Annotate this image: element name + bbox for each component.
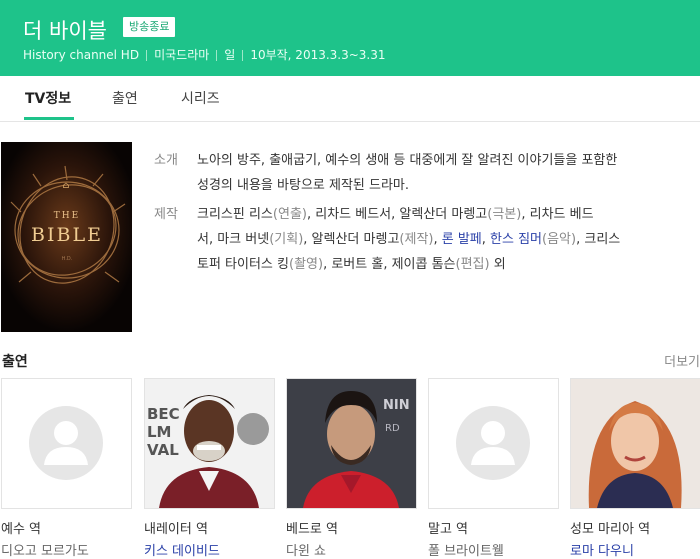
svg-text:LM: LM <box>147 423 172 441</box>
svg-text:VAL: VAL <box>147 441 179 459</box>
cast-role: 성모 마리아 역 <box>570 522 651 537</box>
credit-role: (제작) <box>399 232 434 247</box>
poster-subtitle: THE <box>54 211 80 221</box>
svg-text:⌂: ⌂ <box>63 181 70 191</box>
cast-role: 말고 역 <box>428 522 469 537</box>
production-line: 토퍼 타이터스 킹(촬영), 로버트 홀, 제이콥 톰슨(편집) 외 <box>197 252 689 277</box>
actor-photo: NIN RD <box>287 379 416 508</box>
meta-channel[interactable]: History channel HD <box>23 48 139 62</box>
credit-text: , 크리스 <box>576 232 621 247</box>
intro-line: 성경의 내용을 바탕으로 제작된 드라마. <box>197 178 410 193</box>
more-link[interactable]: 더보기 <box>664 351 700 370</box>
credit-role: (연출) <box>272 207 307 222</box>
credit-text: , 리차드 베드 <box>521 207 594 222</box>
credit-text: , 리차드 베드서, 알렉산더 마렝고 <box>306 207 488 222</box>
cast-photo[interactable] <box>1 378 132 509</box>
cast-actor-name[interactable]: 키스 데이비드 <box>144 540 220 559</box>
credit-text: , <box>433 232 442 247</box>
cast-role: 베드로 역 <box>286 522 338 537</box>
credit-role: (음악) <box>542 232 577 247</box>
credit-role: (편집) <box>455 257 490 272</box>
cast-card[interactable]: 말고 역폴 브라이트웰 <box>428 378 559 559</box>
meta-episodes: 10부작, 2013.3.3~3.31 <box>250 48 386 62</box>
tab-series[interactable]: 시리즈 <box>181 88 220 108</box>
program-info: 소개 노아의 방주, 출애굽기, 예수의 생애 등 대중에게 잘 알려진 이야기… <box>154 148 689 277</box>
profile-placeholder-icon <box>29 406 103 480</box>
intro-label: 소개 <box>154 153 178 168</box>
meta-day: 일 <box>224 48 236 62</box>
cast-photo[interactable]: NIN RD <box>286 378 417 509</box>
header: 더 바이블 방송종료 History channel HD 미국드라마 일 10부작,… <box>0 0 700 76</box>
divider <box>216 50 218 61</box>
cast-photo[interactable]: BEC LM VAL <box>144 378 275 509</box>
svg-text:RD: RD <box>385 423 400 434</box>
actor-photo <box>571 379 700 508</box>
cast-section-title: 출연 <box>2 354 28 370</box>
cast-card[interactable]: 예수 역디오고 모르가도 <box>1 378 132 559</box>
cast-role: 예수 역 <box>1 522 42 537</box>
intro-line: 노아의 방주, 출애굽기, 예수의 생애 등 대중에게 잘 알려진 이야기들을 … <box>197 153 618 168</box>
cast-card[interactable]: 성모 마리아 역로마 다우니 <box>570 378 700 559</box>
cast-actor-name: 다윈 쇼 <box>286 544 327 559</box>
credit-role: (극본) <box>487 207 522 222</box>
credit-text: 크리스핀 리스 <box>197 207 273 222</box>
tab-bar: TV정보 출연 시리즈 <box>0 76 700 122</box>
production-line: 서, 마크 버넷(기획), 알렉산더 마렝고(제작), 론 발페, 한스 짐머(… <box>197 227 689 252</box>
meta-genre: 미국드라마 <box>154 48 210 62</box>
divider <box>242 50 244 61</box>
cast-card[interactable]: BEC LM VAL 내레이터 역키스 데이비드 <box>144 378 275 559</box>
credit-role: (촬영) <box>289 257 324 272</box>
cast-photo[interactable] <box>570 378 700 509</box>
production-credits: 크리스핀 리스(연출), 리차드 베드서, 알렉산더 마렝고(극본), 리차드 … <box>197 202 689 277</box>
production-row: 제작 크리스핀 리스(연출), 리차드 베드서, 알렉산더 마렝고(극본), 리… <box>154 202 689 277</box>
production-line: 크리스핀 리스(연출), 리차드 베드서, 알렉산더 마렝고(극본), 리차드 … <box>197 202 689 227</box>
svg-text:H.D.: H.D. <box>62 256 73 262</box>
credit-text: 서, 마크 버넷 <box>197 232 270 247</box>
svg-text:NIN: NIN <box>383 398 410 413</box>
poster-title: BIBLE <box>31 224 103 246</box>
status-badge: 방송종료 <box>123 17 176 37</box>
cast-role: 내레이터 역 <box>144 522 208 537</box>
poster-art: ⌂ THE BIBLE H.D. <box>1 142 132 332</box>
profile-placeholder-icon <box>456 406 530 480</box>
active-tab-indicator <box>24 117 74 120</box>
credit-text: , 알렉산더 마렝고 <box>303 232 400 247</box>
cast-actor-name: 디오고 모르가도 <box>1 544 89 559</box>
production-label: 제작 <box>154 207 178 222</box>
poster-image[interactable]: ⌂ THE BIBLE H.D. <box>1 142 132 332</box>
intro-text: 노아의 방주, 출애굽기, 예수의 생애 등 대중에게 잘 알려진 이야기들을 … <box>197 148 689 198</box>
person-link[interactable]: 한스 짐머 <box>490 232 542 247</box>
credit-text: , <box>481 232 491 247</box>
cast-actor-name: 폴 브라이트웰 <box>428 544 504 559</box>
svg-text:BEC: BEC <box>147 405 180 423</box>
cast-actor-name[interactable]: 로마 다우니 <box>570 540 634 559</box>
actor-photo: BECLMVAL <box>145 379 274 508</box>
program-title[interactable]: 더 바이블 <box>23 15 107 45</box>
tab-cast[interactable]: 출연 <box>112 88 138 108</box>
credit-text: , 로버트 홀, 제이콥 톰슨 <box>323 257 456 272</box>
credit-text: 외 <box>489 257 506 272</box>
divider <box>146 50 148 61</box>
cast-card[interactable]: NIN RD 베드로 역다윈 쇼 <box>286 378 417 559</box>
cast-photo[interactable] <box>428 378 559 509</box>
credit-role: (기획) <box>269 232 304 247</box>
tab-tv-info[interactable]: TV정보 <box>25 88 71 108</box>
intro-row: 소개 노아의 방주, 출애굽기, 예수의 생애 등 대중에게 잘 알려진 이야기… <box>154 148 689 198</box>
credit-text: 토퍼 타이터스 킹 <box>197 257 289 272</box>
person-link[interactable]: 론 발페 <box>442 232 482 247</box>
program-meta: History channel HD 미국드라마 일 10부작, 2013.3.3~3… <box>23 46 386 63</box>
